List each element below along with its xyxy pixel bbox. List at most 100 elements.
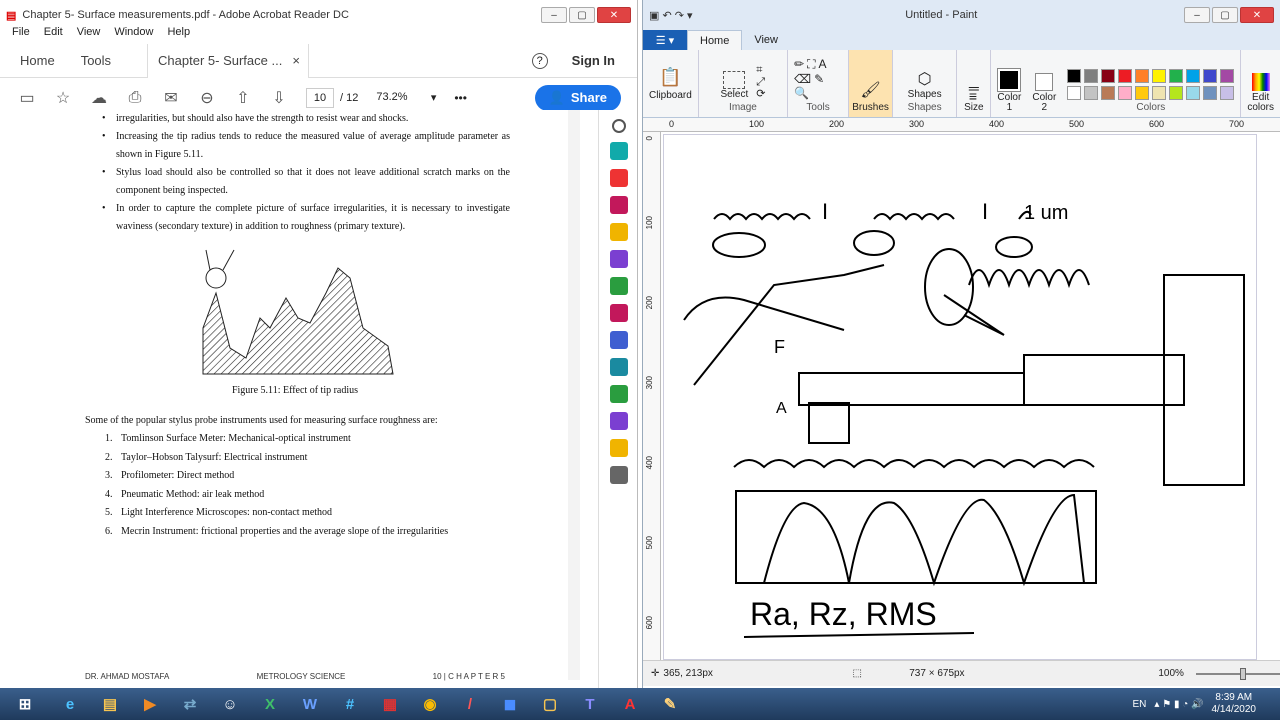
word-icon[interactable]: W: [290, 689, 330, 719]
comment-icon[interactable]: [609, 223, 628, 241]
palette-swatch[interactable]: [1067, 69, 1082, 83]
page-up-icon[interactable]: ⇧: [234, 89, 252, 107]
help-icon[interactable]: ?: [531, 52, 548, 69]
acrobat-task-icon[interactable]: /: [450, 689, 490, 719]
clock[interactable]: 8:39 AM 4/14/2020: [1212, 692, 1257, 716]
size-button[interactable]: ═ ≡ Size: [957, 50, 992, 117]
palette-swatch[interactable]: [1084, 86, 1099, 100]
upload-cloud-icon[interactable]: ☁: [90, 89, 108, 107]
combine-files-icon[interactable]: [609, 250, 628, 268]
start-button[interactable]: ⊞: [0, 689, 50, 719]
send-track-icon[interactable]: [609, 358, 628, 376]
zoom-slider[interactable]: [1195, 667, 1280, 680]
paint-task-icon[interactable]: ✎: [650, 689, 690, 719]
color-palette[interactable]: [1067, 69, 1235, 100]
teamviewer-icon[interactable]: ⇄: [170, 689, 210, 719]
file-explorer-icon[interactable]: ▤: [90, 689, 130, 719]
palette-swatch[interactable]: [1067, 86, 1082, 100]
tools-icons[interactable]: ✏⛶A ⌫✎🔍: [794, 57, 842, 100]
brushes-button[interactable]: 🖌 Brushes: [849, 50, 894, 117]
palette-swatch[interactable]: [1152, 86, 1167, 100]
edit-colors-button[interactable]: Edit colors: [1241, 50, 1280, 117]
palette-swatch[interactable]: [1135, 86, 1150, 100]
shapes-icon[interactable]: ⬡: [918, 69, 932, 89]
palette-swatch[interactable]: [1152, 69, 1167, 83]
zoom-dropdown[interactable]: 73.2% ▾: [376, 91, 436, 104]
scan-icon[interactable]: [609, 439, 628, 457]
paint-minimize-button[interactable]: –: [1184, 7, 1210, 23]
color1-button[interactable]: Color 1: [991, 50, 1027, 117]
menu-window[interactable]: Window: [114, 26, 153, 38]
palette-swatch[interactable]: [1169, 69, 1184, 83]
app-icon[interactable]: ☺: [210, 689, 250, 719]
menu-view[interactable]: View: [77, 26, 101, 38]
sign-in-button[interactable]: Sign In: [572, 53, 615, 68]
print-icon[interactable]: ⎙: [126, 89, 144, 107]
select-button[interactable]: Select: [720, 89, 748, 100]
save-icon[interactable]: ▭: [18, 89, 36, 107]
paint-maximize-button[interactable]: ▢: [1212, 7, 1238, 23]
more-tools-icon[interactable]: •••: [454, 91, 467, 105]
crop-resize-rotate-icons[interactable]: ⌗ ⤢ ⟳: [756, 64, 765, 100]
palette-swatch[interactable]: [1118, 86, 1133, 100]
palette-swatch[interactable]: [1118, 69, 1133, 83]
page-number-input[interactable]: 10: [306, 87, 334, 108]
palette-swatch[interactable]: [1186, 86, 1201, 100]
tab-document[interactable]: Chapter 5- Surface ... ×: [147, 43, 309, 78]
folder-app-icon[interactable]: ▢: [530, 689, 570, 719]
tab-view[interactable]: View: [742, 30, 790, 50]
export-pdf-icon[interactable]: [609, 142, 628, 160]
page-down-icon[interactable]: ⇩: [270, 89, 288, 107]
minimize-button[interactable]: –: [541, 7, 567, 23]
menu-file[interactable]: File: [12, 26, 30, 38]
palette-swatch[interactable]: [1186, 69, 1201, 83]
grid-app-icon[interactable]: ▦: [370, 689, 410, 719]
media-player-icon[interactable]: ▶: [130, 689, 170, 719]
protect-shield-icon[interactable]: [609, 331, 628, 349]
sign-pen-icon[interactable]: [609, 412, 628, 430]
create-pdf-icon[interactable]: [609, 169, 628, 187]
select-icon[interactable]: [723, 71, 746, 89]
shapes-button[interactable]: Shapes: [908, 89, 942, 100]
email-icon[interactable]: ✉: [162, 89, 180, 107]
bookmark-star-icon[interactable]: ☆: [54, 89, 72, 107]
zoom-app-icon[interactable]: ◼: [490, 689, 530, 719]
pdf-scrollbar[interactable]: [568, 110, 580, 680]
paint-close-button[interactable]: ✕: [1240, 7, 1274, 23]
language-indicator[interactable]: EN: [1133, 699, 1147, 710]
menu-edit[interactable]: Edit: [44, 26, 63, 38]
convert-icon[interactable]: [609, 385, 628, 403]
file-menu-button[interactable]: ☰ ▾: [643, 30, 687, 50]
palette-swatch[interactable]: [1220, 86, 1235, 100]
tab-close-icon[interactable]: ×: [292, 53, 300, 68]
edge-icon[interactable]: e: [50, 689, 90, 719]
teams-icon[interactable]: T: [570, 689, 610, 719]
menu-help[interactable]: Help: [167, 26, 190, 38]
maximize-button[interactable]: ▢: [569, 7, 595, 23]
palette-swatch[interactable]: [1169, 86, 1184, 100]
hash-app-icon[interactable]: #: [330, 689, 370, 719]
share-button[interactable]: 👤 Share: [534, 84, 621, 111]
palette-swatch[interactable]: [1101, 86, 1116, 100]
tab-home[interactable]: Home: [687, 30, 743, 50]
fill-sign-icon[interactable]: [609, 304, 628, 322]
acrobat-reader-task-icon[interactable]: A: [610, 689, 650, 719]
palette-swatch[interactable]: [1203, 69, 1218, 83]
paint-canvas[interactable]: I I 1 um F A Ra, Rz, RMS: [663, 134, 1257, 660]
tab-home[interactable]: Home: [20, 53, 55, 68]
tab-tools[interactable]: Tools: [81, 53, 111, 68]
tray-icons[interactable]: ▴ ⚑ ▮ ◔ 🔊: [1154, 699, 1203, 710]
palette-swatch[interactable]: [1135, 69, 1150, 83]
close-button[interactable]: ✕: [597, 7, 631, 23]
palette-swatch[interactable]: [1220, 69, 1235, 83]
color2-button[interactable]: Color 2: [1027, 50, 1061, 117]
palette-swatch[interactable]: [1084, 69, 1099, 83]
quick-access-icons[interactable]: ▣ ↶ ↷ ▾: [649, 9, 693, 22]
palette-swatch[interactable]: [1203, 86, 1218, 100]
clipboard-group[interactable]: 📋 Clipboard: [643, 50, 699, 117]
export-excel-icon[interactable]: [609, 277, 628, 295]
zoom-out-icon[interactable]: ⊖: [198, 89, 216, 107]
chrome-icon[interactable]: ◉: [410, 689, 450, 719]
zoom-search-icon[interactable]: [611, 119, 626, 133]
excel-icon[interactable]: X: [250, 689, 290, 719]
